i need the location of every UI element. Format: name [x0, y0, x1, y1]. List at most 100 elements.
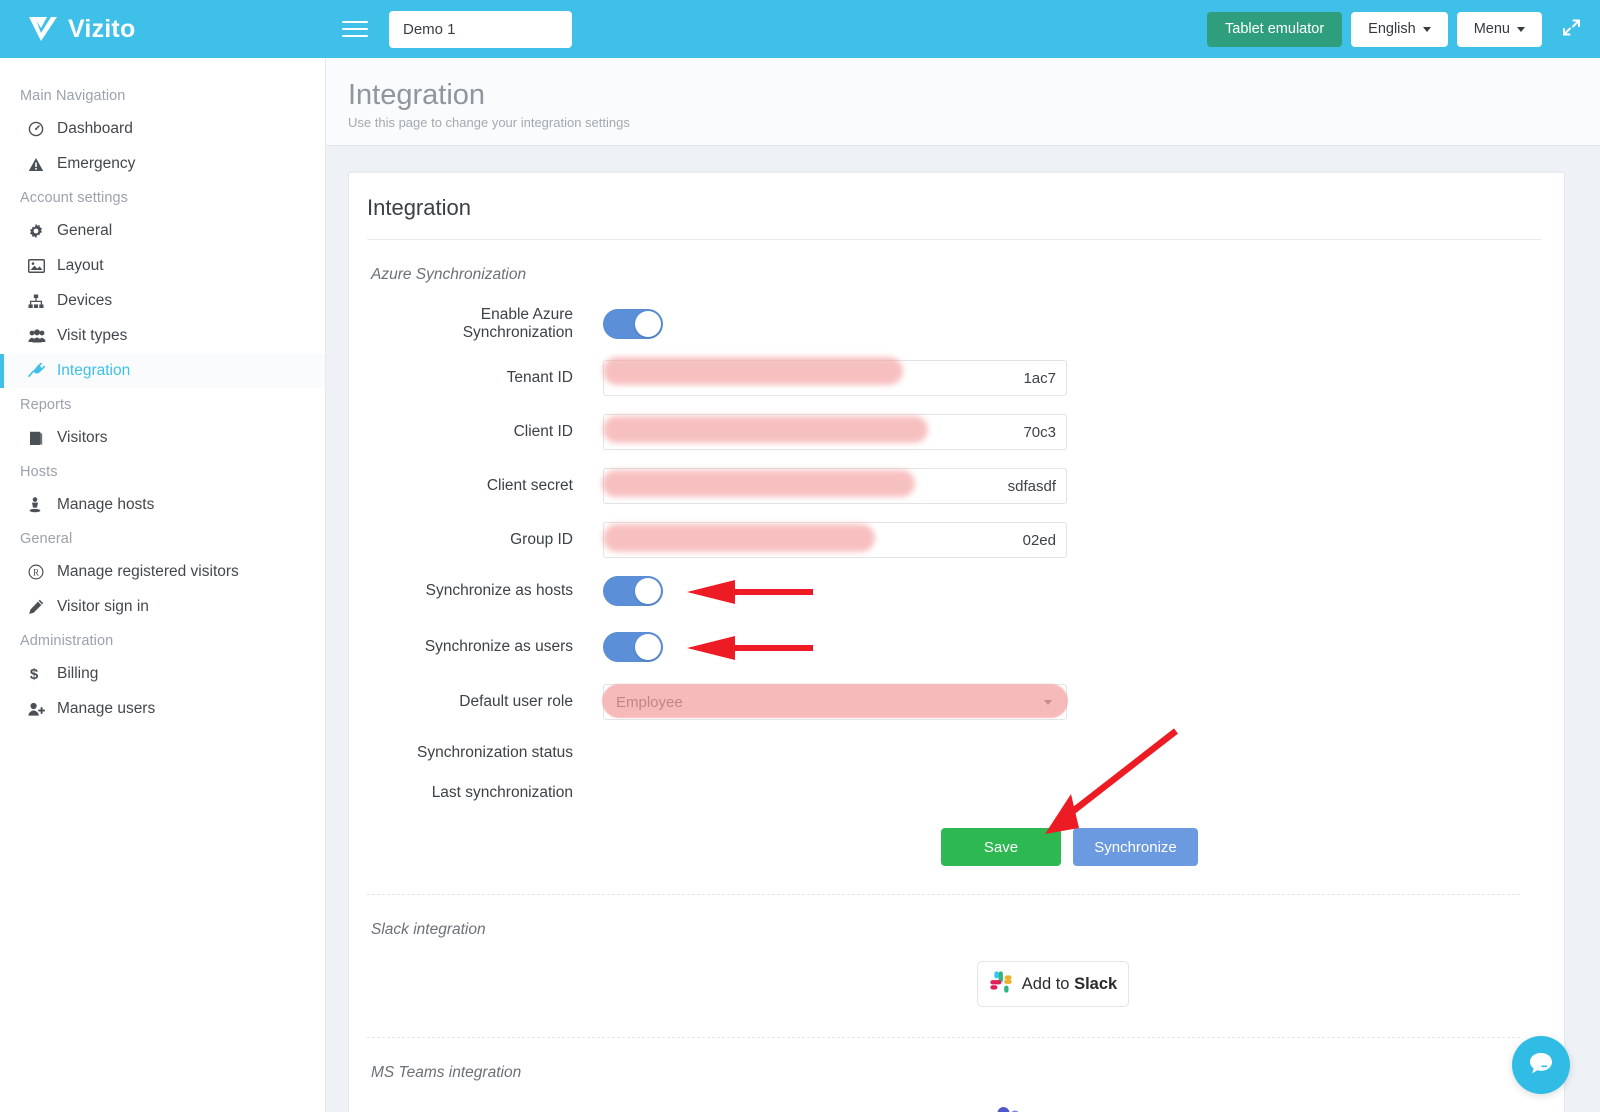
- enable-azure-sync-label: Enable Azure Synchronization: [367, 306, 603, 342]
- sidebar-item-manage-users[interactable]: Manage users: [0, 692, 325, 726]
- add-to-ms-teams-button[interactable]: T Add to MS Teams: [975, 1104, 1155, 1112]
- client-id-input[interactable]: [603, 414, 1067, 450]
- main-content: Integration Use this page to change your…: [326, 58, 1600, 1112]
- sidebar-group-title: Reports: [0, 389, 325, 421]
- page-header: Integration Use this page to change your…: [326, 58, 1600, 146]
- row-client-secret: Client secret: [367, 468, 1542, 504]
- synchronize-as-hosts-toggle[interactable]: [603, 576, 663, 606]
- synchronize-as-users-toggle[interactable]: [603, 632, 663, 662]
- row-tenant-id: Tenant ID: [367, 360, 1542, 396]
- dollar-sign-icon: $: [28, 666, 52, 682]
- speedometer-icon: [28, 121, 52, 137]
- top-bar: Vizito Tablet emulator English Menu: [0, 0, 1600, 58]
- synchronize-as-users-label: Synchronize as users: [367, 638, 603, 656]
- row-client-id: Client ID: [367, 414, 1542, 450]
- page-subtitle: Use this page to change your integration…: [348, 115, 1600, 130]
- integration-card: Integration Azure Synchronization Enable…: [348, 171, 1565, 1112]
- sidebar-item-label: Billing: [57, 665, 98, 683]
- sidebar-group-title: General: [0, 523, 325, 555]
- row-default-user-role: Default user role Employee: [367, 684, 1542, 720]
- hamburger-icon[interactable]: [342, 18, 368, 40]
- chevron-down-icon: [1044, 700, 1052, 705]
- sidebar-group-title: Administration: [0, 625, 325, 657]
- sidebar-item-label: Manage hosts: [57, 496, 154, 514]
- sidebar-item-visitor-sign-in[interactable]: Visitor sign in: [0, 590, 325, 624]
- tablet-emulator-button[interactable]: Tablet emulator: [1207, 12, 1342, 47]
- enable-azure-sync-toggle[interactable]: [603, 309, 663, 339]
- chat-bubble-icon: [1526, 1048, 1556, 1083]
- sidebar-item-billing[interactable]: $ Billing: [0, 657, 325, 691]
- svg-text:R: R: [33, 567, 39, 577]
- sidebar-item-devices[interactable]: Devices: [0, 284, 325, 318]
- pencil-icon: [28, 599, 52, 615]
- language-label: English: [1368, 21, 1416, 37]
- save-button[interactable]: Save: [941, 828, 1061, 866]
- azure-section-label: Azure Synchronization: [371, 266, 1542, 284]
- user-plus-icon: [28, 702, 52, 716]
- sidebar-item-label: Visitor sign in: [57, 598, 149, 616]
- client-secret-input[interactable]: [603, 468, 1067, 504]
- plug-icon: [28, 363, 52, 379]
- menu-dropdown[interactable]: Menu: [1457, 12, 1542, 47]
- sidebar-item-label: Manage users: [57, 700, 155, 718]
- sidebar-item-integration[interactable]: Integration: [0, 354, 325, 388]
- sidebar-item-label: Emergency: [57, 155, 135, 173]
- page-title: Integration: [348, 80, 1600, 112]
- chat-widget-button[interactable]: [1512, 1036, 1570, 1094]
- row-group-id: Group ID: [367, 522, 1542, 558]
- sidebar-item-label: Layout: [57, 257, 104, 275]
- row-enable-azure-sync: Enable Azure Synchronization: [367, 306, 1542, 342]
- synchronization-status-label: Synchronization status: [367, 744, 603, 762]
- sidebar-item-visit-types[interactable]: Visit types: [0, 319, 325, 353]
- sidebar-item-emergency[interactable]: Emergency: [0, 147, 325, 181]
- client-secret-label: Client secret: [367, 477, 603, 495]
- sidebar-item-general[interactable]: General: [0, 214, 325, 248]
- sidebar-item-label: Visitors: [57, 429, 108, 447]
- sidebar-group-title: Hosts: [0, 456, 325, 488]
- arrow-to-sync-hosts-toggle: [667, 579, 815, 605]
- sidebar-item-visitors[interactable]: Visitors: [0, 421, 325, 455]
- last-synchronization-label: Last synchronization: [367, 784, 603, 802]
- vizito-check-logo-icon: [26, 14, 60, 44]
- row-synchronization-status: Synchronization status: [367, 744, 1542, 762]
- card-title: Integration: [367, 173, 1542, 240]
- menu-label: Menu: [1474, 21, 1510, 37]
- azure-action-buttons: Save Synchronize: [941, 828, 1542, 866]
- warning-triangle-icon: [28, 157, 52, 172]
- sidebar-item-layout[interactable]: Layout: [0, 249, 325, 283]
- sidebar-item-label: Visit types: [57, 327, 127, 345]
- group-id-input[interactable]: [603, 522, 1067, 558]
- row-last-synchronization: Last synchronization: [367, 784, 1542, 802]
- site-name-input[interactable]: [389, 11, 572, 48]
- users-group-icon: [28, 329, 52, 343]
- sidebar-item-label: General: [57, 222, 112, 240]
- client-id-label: Client ID: [367, 423, 603, 441]
- slack-section-label: Slack integration: [371, 921, 1542, 939]
- brand-area: Vizito: [0, 0, 330, 58]
- row-synchronize-as-hosts: Synchronize as hosts: [367, 576, 1542, 606]
- arrow-to-sync-users-toggle: [667, 635, 815, 661]
- slack-logo-icon: [989, 970, 1013, 999]
- expand-arrows-icon[interactable]: [1561, 17, 1582, 42]
- brand-name: Vizito: [68, 15, 135, 44]
- sidebar-item-manage-registered-visitors[interactable]: R Manage registered visitors: [0, 555, 325, 589]
- registered-r-icon: R: [28, 564, 52, 580]
- sidebar-group-title: Account settings: [0, 182, 325, 214]
- svg-text:$: $: [30, 666, 39, 682]
- tenant-id-input[interactable]: [603, 360, 1067, 396]
- default-user-role-value: Employee: [616, 694, 683, 711]
- person-pin-icon: [28, 497, 52, 513]
- image-icon: [28, 259, 52, 273]
- group-id-label: Group ID: [367, 531, 603, 549]
- add-to-slack-button[interactable]: Add to Slack: [977, 961, 1129, 1007]
- sidebar-item-label: Manage registered visitors: [57, 563, 239, 581]
- tenant-id-label: Tenant ID: [367, 369, 603, 387]
- sidebar-item-dashboard[interactable]: Dashboard: [0, 112, 325, 146]
- sidebar-item-manage-hosts[interactable]: Manage hosts: [0, 488, 325, 522]
- sidebar-group-title: Main Navigation: [0, 80, 325, 112]
- synchronize-as-hosts-label: Synchronize as hosts: [367, 582, 603, 600]
- sidebar: Main Navigation Dashboard Emergency Acco…: [0, 58, 326, 1112]
- language-dropdown[interactable]: English: [1351, 12, 1448, 47]
- default-user-role-select[interactable]: Employee: [603, 684, 1067, 720]
- synchronize-button[interactable]: Synchronize: [1073, 828, 1198, 866]
